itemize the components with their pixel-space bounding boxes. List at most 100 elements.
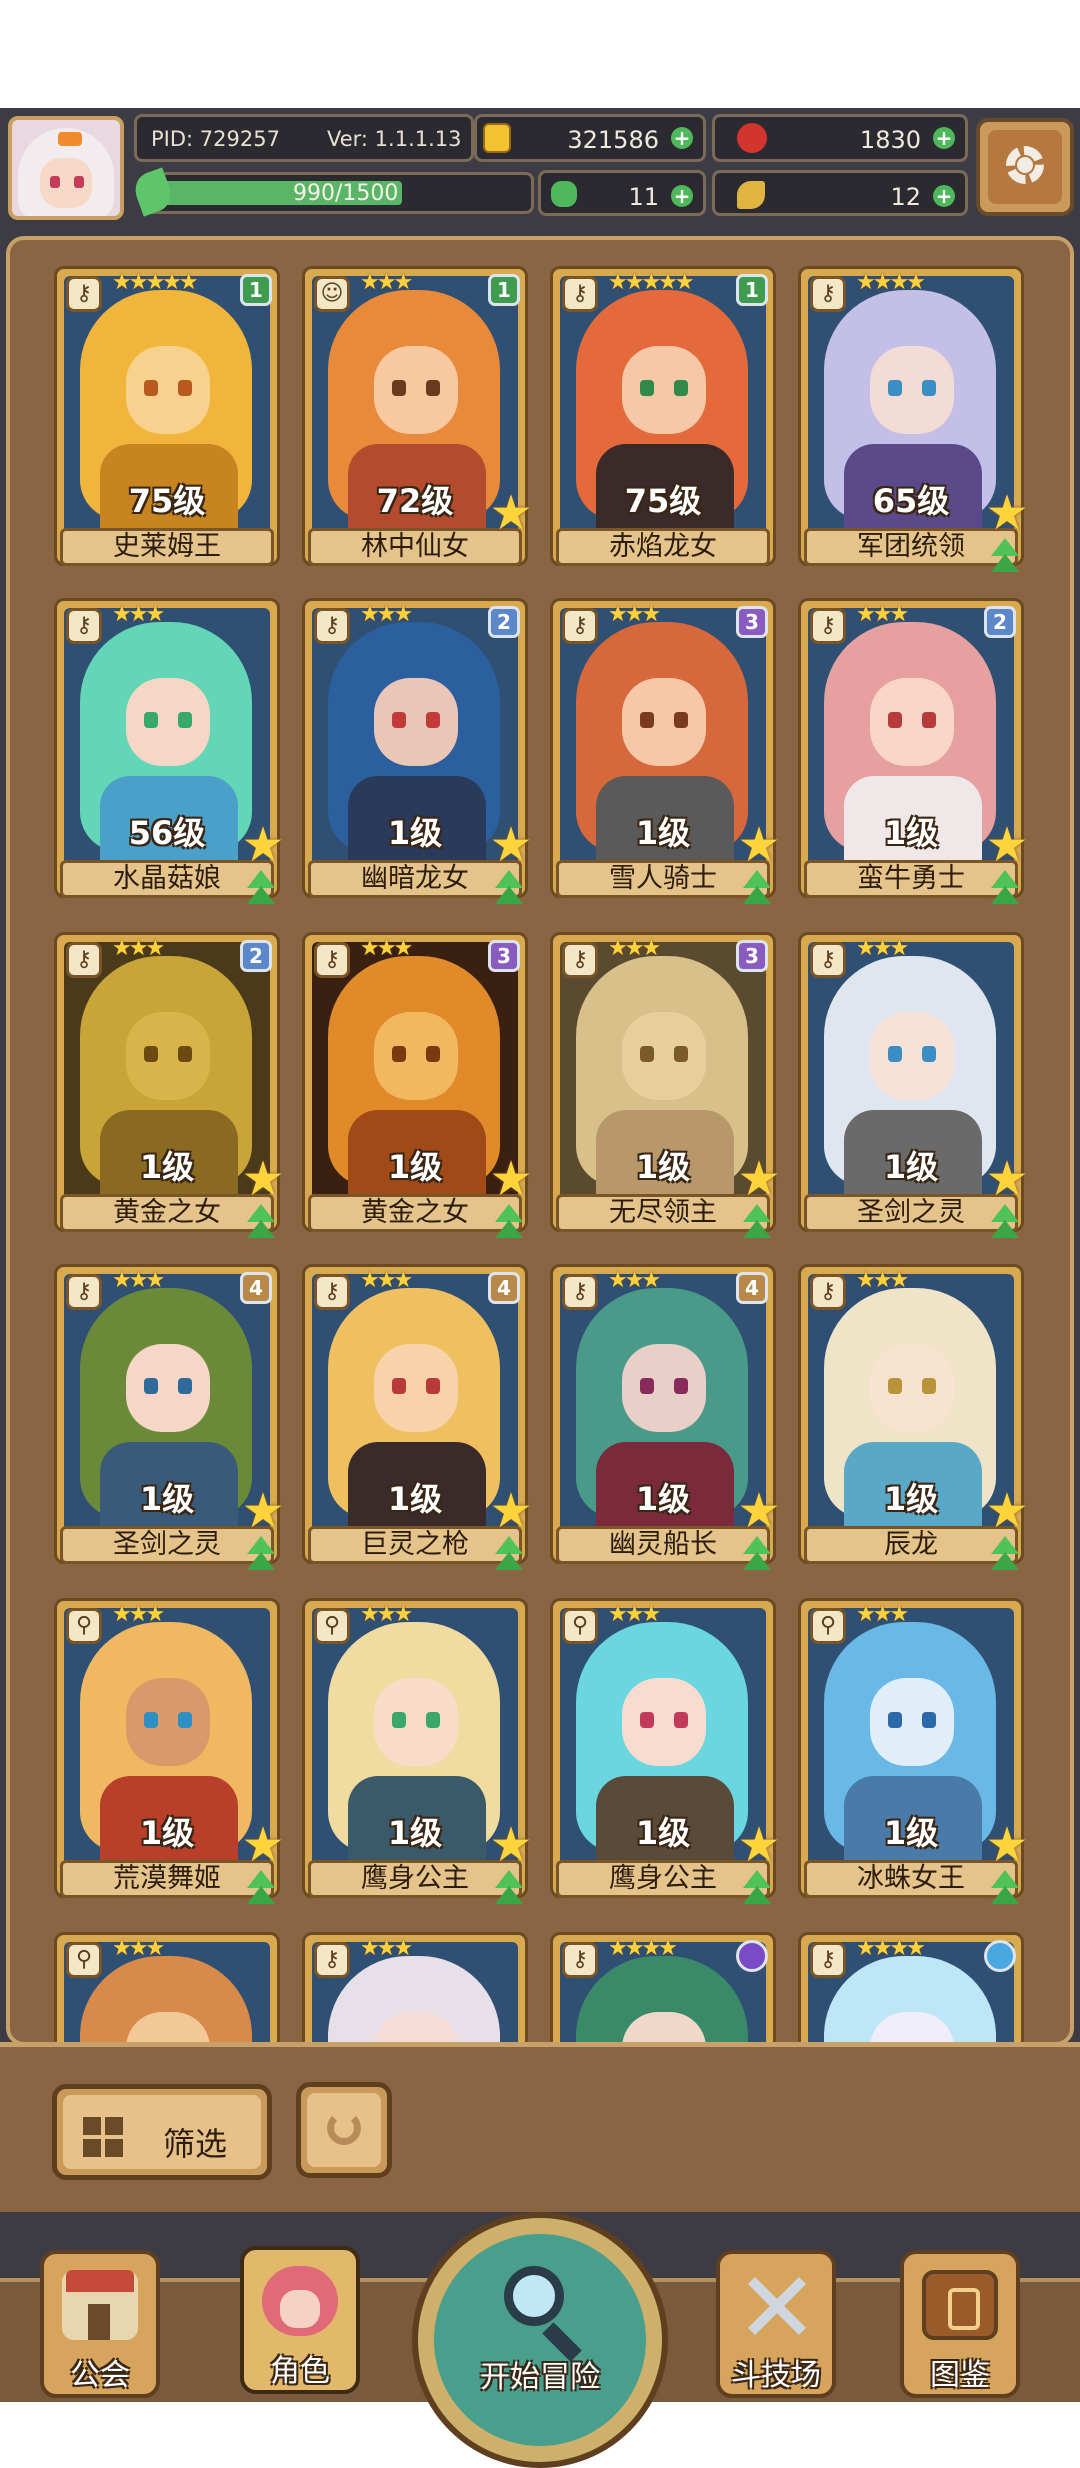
character-card[interactable]: ⚷ ★★★ (302, 1932, 530, 2050)
weapon-type-icon: ⚲ (314, 1608, 350, 1644)
level-up-arrow-icon[interactable] (984, 870, 1026, 910)
level-up-arrow-icon[interactable] (240, 1870, 282, 1910)
portrait-eye (144, 1712, 158, 1728)
add-key-plus-icon[interactable]: + (933, 185, 955, 207)
level-up-arrow-icon[interactable] (240, 870, 282, 910)
star-upgrade-icon[interactable]: ★ (488, 821, 534, 869)
star-upgrade-icon[interactable]: ★ (984, 489, 1030, 537)
character-card[interactable]: ⚷ ★★★★ (550, 1932, 778, 2050)
level-up-arrow-icon[interactable] (488, 1204, 530, 1244)
character-card[interactable]: ⚷ ★★★ 3 1级 黄金之女 ★ (302, 932, 533, 1250)
star-upgrade-icon[interactable]: ★ (240, 821, 286, 869)
portrait-eye (922, 380, 936, 396)
level-up-arrow-icon[interactable] (984, 1536, 1026, 1576)
rank-badge: 3 (736, 940, 768, 972)
character-card[interactable]: ⚷ ★★★★★ 1 75级 史莱姆王 (54, 266, 282, 584)
star-upgrade-icon[interactable]: ★ (984, 1155, 1030, 1203)
star-upgrade-icon[interactable]: ★ (240, 1487, 286, 1535)
nav-character-button[interactable]: 角色 (240, 2246, 360, 2394)
nav-arena-button[interactable]: 斗技场 (716, 2250, 836, 2398)
character-card[interactable]: ⚷ ★★★ 1级 圣剑之灵 ★ (798, 932, 1029, 1250)
character-card[interactable]: ⚷ ★★★ 2 1级 蛮牛勇士 ★ (798, 598, 1029, 916)
player-avatar[interactable] (8, 116, 124, 220)
star-upgrade-icon[interactable]: ★ (240, 1155, 286, 1203)
character-card[interactable]: ⚷ ★★★ 1级 辰龙 ★ (798, 1264, 1029, 1582)
portrait-eye (426, 1046, 440, 1062)
level-up-arrow-icon[interactable] (488, 1870, 530, 1910)
weapon-type-icon: ⚷ (562, 1942, 598, 1978)
portrait-eye (144, 712, 158, 728)
star-upgrade-icon[interactable]: ★ (984, 1487, 1030, 1535)
character-card[interactable]: ⚷ ★★★ 2 1级 幽暗龙女 ★ (302, 598, 533, 916)
portrait-eye (392, 1378, 406, 1394)
character-card[interactable]: ⚷ ★★★ 2 1级 黄金之女 ★ (54, 932, 285, 1250)
add-apple-plus-icon[interactable]: + (933, 127, 955, 149)
level-up-arrow-icon[interactable] (984, 1870, 1026, 1910)
character-face-icon (262, 2266, 338, 2336)
level-up-arrow-icon[interactable] (488, 1536, 530, 1576)
star-upgrade-icon[interactable]: ★ (488, 1487, 534, 1535)
level-up-arrow-icon[interactable] (984, 1204, 1026, 1244)
add-gold-plus-icon[interactable]: + (671, 127, 693, 149)
character-card[interactable]: ⚲ ★★★ 1级 鹰身公主 ★ (302, 1598, 533, 1916)
character-card[interactable]: ⚲ ★★★ 1级 冰蛛女王 ★ (798, 1598, 1029, 1916)
settings-button[interactable] (976, 118, 1074, 216)
level-up-arrow-icon[interactable] (240, 1536, 282, 1576)
star-upgrade-icon[interactable]: ★ (488, 1821, 534, 1869)
gold-coin-icon (483, 123, 511, 153)
character-card[interactable]: ⚷ ★★★ 3 1级 雪人骑士 ★ (550, 598, 781, 916)
star-upgrade-icon[interactable]: ★ (488, 489, 534, 537)
refresh-button-face (307, 2093, 381, 2167)
star-upgrade-icon[interactable]: ★ (736, 1487, 782, 1535)
character-card[interactable]: ⚲ ★★★ (54, 1932, 282, 2050)
character-card[interactable]: ⚷ ★★★ 3 1级 无尽领主 ★ (550, 932, 781, 1250)
level-up-arrow-icon[interactable] (736, 870, 778, 910)
level-up-arrow-icon[interactable] (736, 1204, 778, 1244)
portrait-eye (392, 1712, 406, 1728)
rarity-stars: ★★★ (360, 1936, 413, 1961)
filter-button[interactable]: 筛选 (52, 2084, 272, 2180)
nav-character-label: 角色 (270, 2354, 330, 2389)
nav-codex-button[interactable]: 图鉴 (900, 2250, 1020, 2398)
character-card[interactable]: ⚷ ★★★★ (798, 1932, 1026, 2050)
character-card[interactable]: ⚷ ★★★★ 65级 军团统领 ★ (798, 266, 1029, 584)
nav-guild-button[interactable]: 公会 (40, 2250, 160, 2398)
character-card[interactable]: ⚷ ★★★ 4 1级 幽灵船长 ★ (550, 1264, 781, 1582)
character-card[interactable]: ⚷ ★★★ 56级 水晶菇娘 ★ (54, 598, 285, 916)
start-adventure-button[interactable]: 开始冒险 (412, 2212, 668, 2468)
star-upgrade-icon[interactable]: ★ (736, 821, 782, 869)
star-upgrade-icon[interactable]: ★ (488, 1155, 534, 1203)
portrait-face (126, 1012, 210, 1100)
character-card[interactable]: ⚲ ★★★ 1级 荒漠舞姬 ★ (54, 1598, 285, 1916)
character-grid[interactable]: ⚷ ★★★★★ 1 75级 史莱姆王 ☺ ★★★ 1 72级 林中仙女 ★ ⚷ ★★★★★ 1 75级 赤焰龙… (22, 250, 1058, 2050)
rank-badge: 2 (488, 606, 520, 638)
character-card[interactable]: ⚷ ★★★ 4 1级 巨灵之枪 ★ (302, 1264, 533, 1582)
weapon-type-icon: ⚲ (66, 1608, 102, 1644)
level-up-arrow-icon[interactable] (488, 870, 530, 910)
level-up-arrow-icon[interactable] (240, 1204, 282, 1244)
star-upgrade-icon[interactable]: ★ (736, 1821, 782, 1869)
portrait-eye (178, 380, 192, 396)
star-upgrade-icon[interactable]: ★ (984, 1821, 1030, 1869)
portrait-eye (426, 1378, 440, 1394)
character-card[interactable]: ⚷ ★★★ 4 1级 圣剑之灵 ★ (54, 1264, 285, 1582)
rarity-stars: ★★★ (608, 1268, 661, 1293)
character-card[interactable]: ☺ ★★★ 1 72级 林中仙女 ★ (302, 266, 533, 584)
add-clover-plus-icon[interactable]: + (671, 185, 693, 207)
level-up-arrow-icon[interactable] (984, 538, 1026, 578)
avatar-hair-ornament (58, 132, 82, 146)
rarity-stars: ★★★★★ (608, 270, 695, 295)
refresh-button[interactable] (296, 2082, 392, 2178)
level-up-arrow-icon[interactable] (736, 1536, 778, 1576)
element-orb-icon (984, 1940, 1016, 1972)
star-upgrade-icon[interactable]: ★ (240, 1821, 286, 1869)
star-upgrade-icon[interactable]: ★ (984, 821, 1030, 869)
character-card[interactable]: ⚷ ★★★★★ 1 75级 赤焰龙女 (550, 266, 778, 584)
portrait-eye (640, 1046, 654, 1062)
character-card[interactable]: ⚲ ★★★ 1级 鹰身公主 ★ (550, 1598, 781, 1916)
rank-badge: 4 (736, 1272, 768, 1304)
level-up-arrow-icon[interactable] (736, 1870, 778, 1910)
star-upgrade-icon[interactable]: ★ (736, 1155, 782, 1203)
weapon-type-icon: ⚷ (66, 942, 102, 978)
portrait-eye (144, 1378, 158, 1394)
